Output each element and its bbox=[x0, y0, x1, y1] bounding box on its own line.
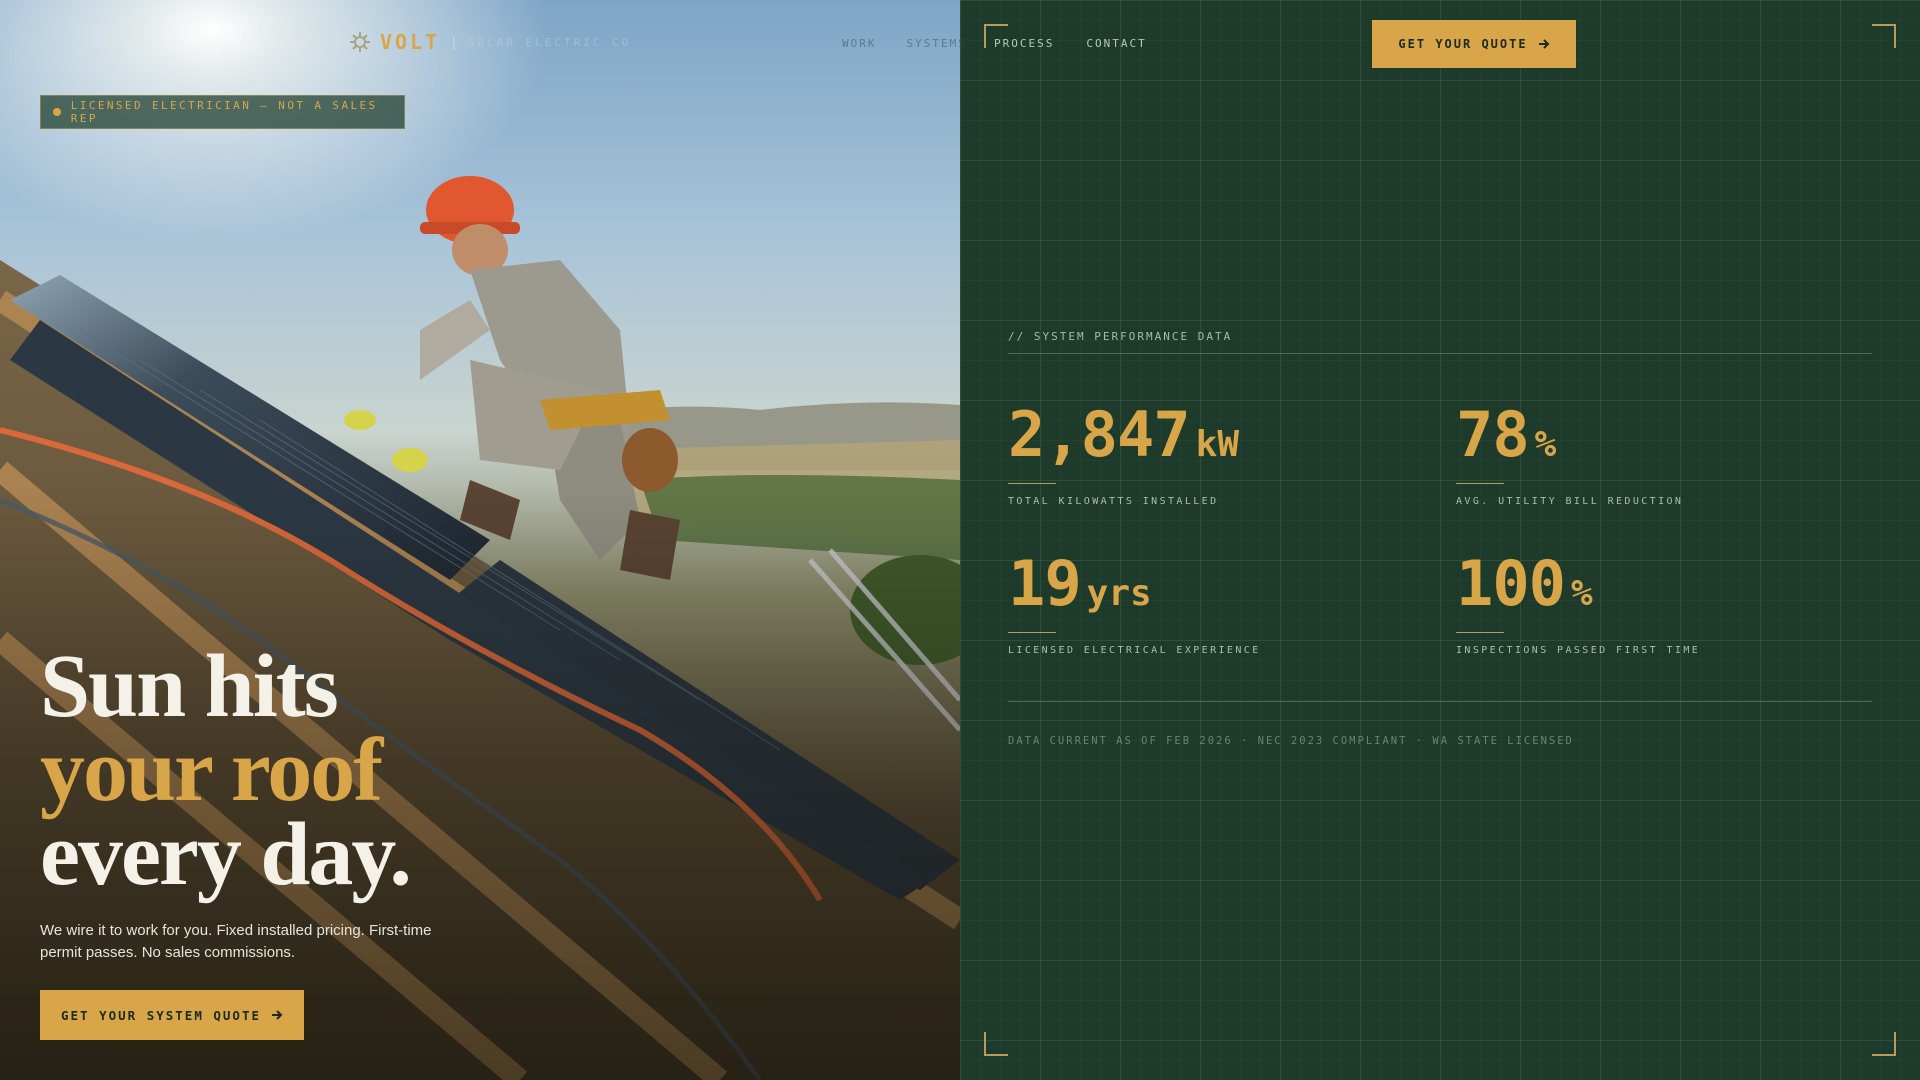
corner-bracket-bottom-left bbox=[984, 1032, 1008, 1056]
get-quote-button[interactable]: GET YOUR QUOTE bbox=[1372, 20, 1576, 68]
brand-name: VOLT bbox=[380, 30, 441, 54]
hero-headline: Sun hits your roof every day. bbox=[40, 637, 412, 904]
stat-underline bbox=[1008, 483, 1056, 484]
stat-bill-reduction: 78 % AVG. UTILITY BILL REDUCTION bbox=[1456, 398, 1683, 507]
hero-photo bbox=[0, 0, 960, 1080]
section-label: // SYSTEM PERFORMANCE DATA bbox=[1008, 330, 1233, 343]
stat-underline bbox=[1456, 632, 1504, 633]
divider-top bbox=[1008, 353, 1872, 354]
stat-unit: kW bbox=[1195, 424, 1239, 465]
stat-underline bbox=[1008, 632, 1056, 633]
get-quote-label: GET YOUR QUOTE bbox=[1398, 37, 1528, 51]
hero-description: We wire it to work for you. Fixed instal… bbox=[40, 922, 432, 961]
badge-text: LICENSED ELECTRICIAN — NOT A SALES REP bbox=[70, 99, 378, 125]
brand-logo[interactable]: VOLT | SOLAR ELECTRIC CO bbox=[350, 30, 631, 54]
headline-line-3: every day. bbox=[40, 805, 412, 904]
stat-label: AVG. UTILITY BILL REDUCTION bbox=[1456, 496, 1684, 507]
system-quote-label: GET YOUR SYSTEM QUOTE bbox=[60, 1007, 262, 1023]
stat-unit: % bbox=[1570, 573, 1593, 614]
arrow-right-icon bbox=[1538, 39, 1549, 49]
arrow-right-icon bbox=[272, 1010, 283, 1020]
stat-value: 2,847 bbox=[1008, 398, 1191, 471]
get-system-quote-button[interactable]: GET YOUR SYSTEM QUOTE bbox=[40, 990, 304, 1040]
stat-unit: yrs bbox=[1086, 573, 1152, 614]
stat-unit: % bbox=[1534, 424, 1557, 465]
stat-value: 100 bbox=[1456, 547, 1566, 620]
nav-item-contact[interactable]: CONTACT bbox=[1086, 37, 1146, 50]
stat-label: INSPECTIONS PASSED FIRST TIME bbox=[1456, 645, 1701, 656]
nav-item-process[interactable]: PROCESS bbox=[994, 37, 1054, 50]
photo-gradient-overlay bbox=[0, 0, 960, 1080]
stat-experience: 19 yrs LICENSED ELECTRICAL EXPERIENCE bbox=[1008, 547, 1261, 656]
stat-label: LICENSED ELECTRICAL EXPERIENCE bbox=[1008, 645, 1261, 656]
stat-label: TOTAL KILOWATTS INSTALLED bbox=[1008, 496, 1219, 507]
headline-line-1: Sun hits bbox=[40, 637, 339, 736]
brand-tagline: SOLAR ELECTRIC CO bbox=[467, 35, 632, 49]
data-footnote: DATA CURRENT AS OF FEB 2026 · NEC 2023 C… bbox=[1008, 735, 1574, 747]
stat-value: 78 bbox=[1456, 398, 1530, 471]
brand-separator: | bbox=[452, 34, 456, 50]
badge-dot bbox=[53, 108, 61, 116]
stats-panel bbox=[960, 0, 1920, 1080]
licensed-badge: LICENSED ELECTRICIAN — NOT A SALES REP bbox=[40, 95, 405, 129]
nav-right: PROCESS CONTACT bbox=[994, 37, 1147, 50]
corner-bracket-bottom-right bbox=[1872, 1032, 1896, 1056]
sun-gear-icon bbox=[350, 32, 370, 52]
nav-item-work[interactable]: WORK bbox=[842, 37, 877, 50]
nav-left: WORK SYSTEMS bbox=[842, 37, 967, 50]
stat-value: 19 bbox=[1008, 547, 1082, 620]
stat-inspections: 100 % INSPECTIONS PASSED FIRST TIME bbox=[1456, 547, 1700, 656]
stat-underline bbox=[1456, 483, 1504, 484]
corner-bracket-top-right bbox=[1872, 24, 1896, 48]
stat-kilowatts: 2,847 kW TOTAL KILOWATTS INSTALLED bbox=[1008, 398, 1239, 507]
nav-item-systems[interactable]: SYSTEMS bbox=[907, 37, 967, 50]
divider-bottom bbox=[1008, 701, 1872, 702]
headline-line-2: your roof bbox=[40, 721, 383, 820]
